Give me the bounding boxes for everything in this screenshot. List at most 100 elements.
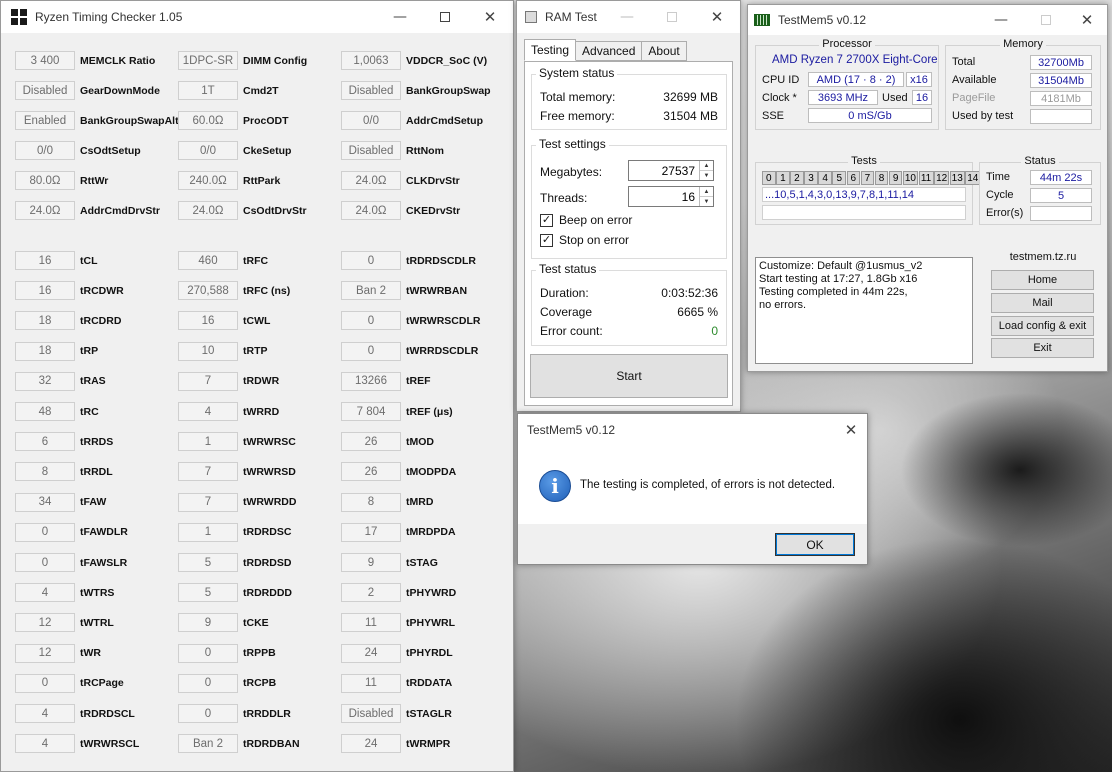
- spin-up-icon[interactable]: ▲: [700, 187, 713, 197]
- load-config-exit-button[interactable]: Load config & exit: [991, 316, 1094, 336]
- timing-value[interactable]: Enabled: [15, 111, 75, 130]
- timing-value[interactable]: 7: [178, 371, 238, 391]
- timing-value[interactable]: 460: [178, 251, 238, 270]
- timing-value[interactable]: Disabled: [15, 81, 75, 100]
- timing-value[interactable]: 0/0: [178, 141, 238, 160]
- timing-value[interactable]: 4: [178, 402, 238, 421]
- timing-value[interactable]: 0: [178, 673, 238, 693]
- timing-value[interactable]: 5: [178, 583, 238, 603]
- timing-value[interactable]: 32: [15, 371, 75, 391]
- tab-testing[interactable]: Testing: [524, 39, 577, 61]
- minimize-icon[interactable]: —: [604, 1, 650, 33]
- start-button[interactable]: Start: [530, 354, 728, 398]
- mail-button[interactable]: Mail: [991, 293, 1094, 313]
- tab-about[interactable]: About: [641, 41, 687, 61]
- home-button[interactable]: Home: [991, 270, 1094, 290]
- timing-value[interactable]: 4: [15, 583, 75, 603]
- timing-value[interactable]: 3 400: [15, 51, 75, 70]
- timing-value[interactable]: 7: [178, 462, 238, 482]
- threads-stepper[interactable]: 16 ▲ ▼: [628, 186, 714, 207]
- timing-value[interactable]: 16: [178, 311, 238, 331]
- timing-value[interactable]: 12: [15, 643, 75, 663]
- dialog-titlebar[interactable]: TestMem5 v0.12 ✕: [518, 414, 867, 446]
- timing-value[interactable]: 0/0: [15, 141, 75, 160]
- timing-value[interactable]: 9: [341, 553, 401, 572]
- timing-value[interactable]: 1: [178, 432, 238, 452]
- timing-value[interactable]: 24: [341, 734, 401, 754]
- spin-up-icon[interactable]: ▲: [700, 161, 713, 171]
- timing-value[interactable]: 24: [341, 643, 401, 663]
- timing-value[interactable]: 0: [15, 553, 75, 572]
- megabytes-stepper[interactable]: 27537 ▲ ▼: [628, 160, 714, 181]
- timing-value[interactable]: 13266: [341, 371, 401, 391]
- stop-on-error-checkbox[interactable]: ✓ Stop on error: [540, 233, 629, 247]
- maximize-icon[interactable]: [1023, 5, 1069, 35]
- timing-value[interactable]: Disabled: [341, 704, 401, 723]
- timing-value[interactable]: Disabled: [341, 81, 401, 100]
- timing-value[interactable]: 16: [15, 251, 75, 270]
- timing-value[interactable]: Disabled: [341, 141, 401, 160]
- timing-value[interactable]: 10: [178, 341, 238, 361]
- timing-value[interactable]: 8: [341, 492, 401, 512]
- timing-value[interactable]: 4: [15, 704, 75, 723]
- close-icon[interactable]: ✕: [1064, 5, 1110, 35]
- timing-value[interactable]: 0: [341, 341, 401, 361]
- timing-value[interactable]: 7 804: [341, 402, 401, 421]
- timing-value[interactable]: 2: [341, 583, 401, 603]
- spin-down-icon[interactable]: ▼: [700, 197, 713, 206]
- timing-value[interactable]: 24.0Ω: [178, 201, 238, 220]
- timing-value[interactable]: 12: [15, 613, 75, 633]
- timing-value[interactable]: 0: [341, 251, 401, 270]
- rtc-titlebar[interactable]: Ryzen Timing Checker 1.05 — ✕: [1, 1, 513, 33]
- timing-value[interactable]: 5: [178, 553, 238, 572]
- timing-value[interactable]: 1,0063: [341, 51, 401, 70]
- timing-value[interactable]: 18: [15, 341, 75, 361]
- timing-value[interactable]: 270,588: [178, 281, 238, 301]
- timing-value[interactable]: 17: [341, 522, 401, 542]
- spin-down-icon[interactable]: ▼: [700, 171, 713, 180]
- close-icon[interactable]: ✕: [831, 414, 871, 446]
- timing-value[interactable]: 6: [15, 432, 75, 452]
- timing-value[interactable]: 7: [178, 492, 238, 512]
- timing-value[interactable]: Ban 2: [341, 281, 401, 301]
- timing-value[interactable]: 26: [341, 432, 401, 452]
- timing-value[interactable]: 0: [178, 704, 238, 723]
- tab-advanced[interactable]: Advanced: [575, 41, 643, 61]
- timing-value[interactable]: 4: [15, 734, 75, 754]
- maximize-icon[interactable]: [649, 1, 695, 33]
- timing-value[interactable]: 0: [15, 673, 75, 693]
- timing-value[interactable]: 24.0Ω: [15, 201, 75, 220]
- log-output[interactable]: Customize: Default @1usmus_v2 Start test…: [755, 257, 973, 364]
- minimize-icon[interactable]: —: [978, 5, 1024, 35]
- timing-value[interactable]: 0/0: [341, 111, 401, 130]
- timing-value[interactable]: 0: [15, 522, 75, 542]
- close-icon[interactable]: ✕: [694, 1, 740, 33]
- exit-button[interactable]: Exit: [991, 338, 1094, 358]
- timing-value[interactable]: 11: [341, 613, 401, 633]
- timing-value[interactable]: 26: [341, 462, 401, 482]
- ok-button[interactable]: OK: [775, 533, 855, 556]
- timing-value[interactable]: 9: [178, 613, 238, 633]
- maximize-icon[interactable]: [422, 1, 468, 33]
- timing-value[interactable]: 60.0Ω: [178, 111, 238, 130]
- timing-value[interactable]: 18: [15, 311, 75, 331]
- timing-value[interactable]: 0: [341, 311, 401, 331]
- timing-value[interactable]: 48: [15, 402, 75, 421]
- timing-value[interactable]: 24.0Ω: [341, 201, 401, 220]
- timing-value[interactable]: 1T: [178, 81, 238, 100]
- timing-value[interactable]: 16: [15, 281, 75, 301]
- minimize-icon[interactable]: —: [377, 1, 423, 33]
- timing-value[interactable]: 1DPC-SR: [178, 51, 238, 70]
- timing-value[interactable]: 80.0Ω: [15, 171, 75, 190]
- tm-titlebar[interactable]: TestMem5 v0.12 — ✕: [748, 5, 1107, 35]
- timing-value[interactable]: 1: [178, 522, 238, 542]
- timing-value[interactable]: 8: [15, 462, 75, 482]
- timing-value[interactable]: 0: [178, 643, 238, 663]
- close-icon[interactable]: ✕: [467, 1, 513, 33]
- timing-value[interactable]: 11: [341, 673, 401, 693]
- ram-titlebar[interactable]: RAM Test — ✕: [517, 1, 740, 33]
- timing-value[interactable]: 34: [15, 492, 75, 512]
- timing-value[interactable]: 24.0Ω: [341, 171, 401, 190]
- beep-on-error-checkbox[interactable]: ✓ Beep on error: [540, 213, 632, 227]
- timing-value[interactable]: 240.0Ω: [178, 171, 238, 190]
